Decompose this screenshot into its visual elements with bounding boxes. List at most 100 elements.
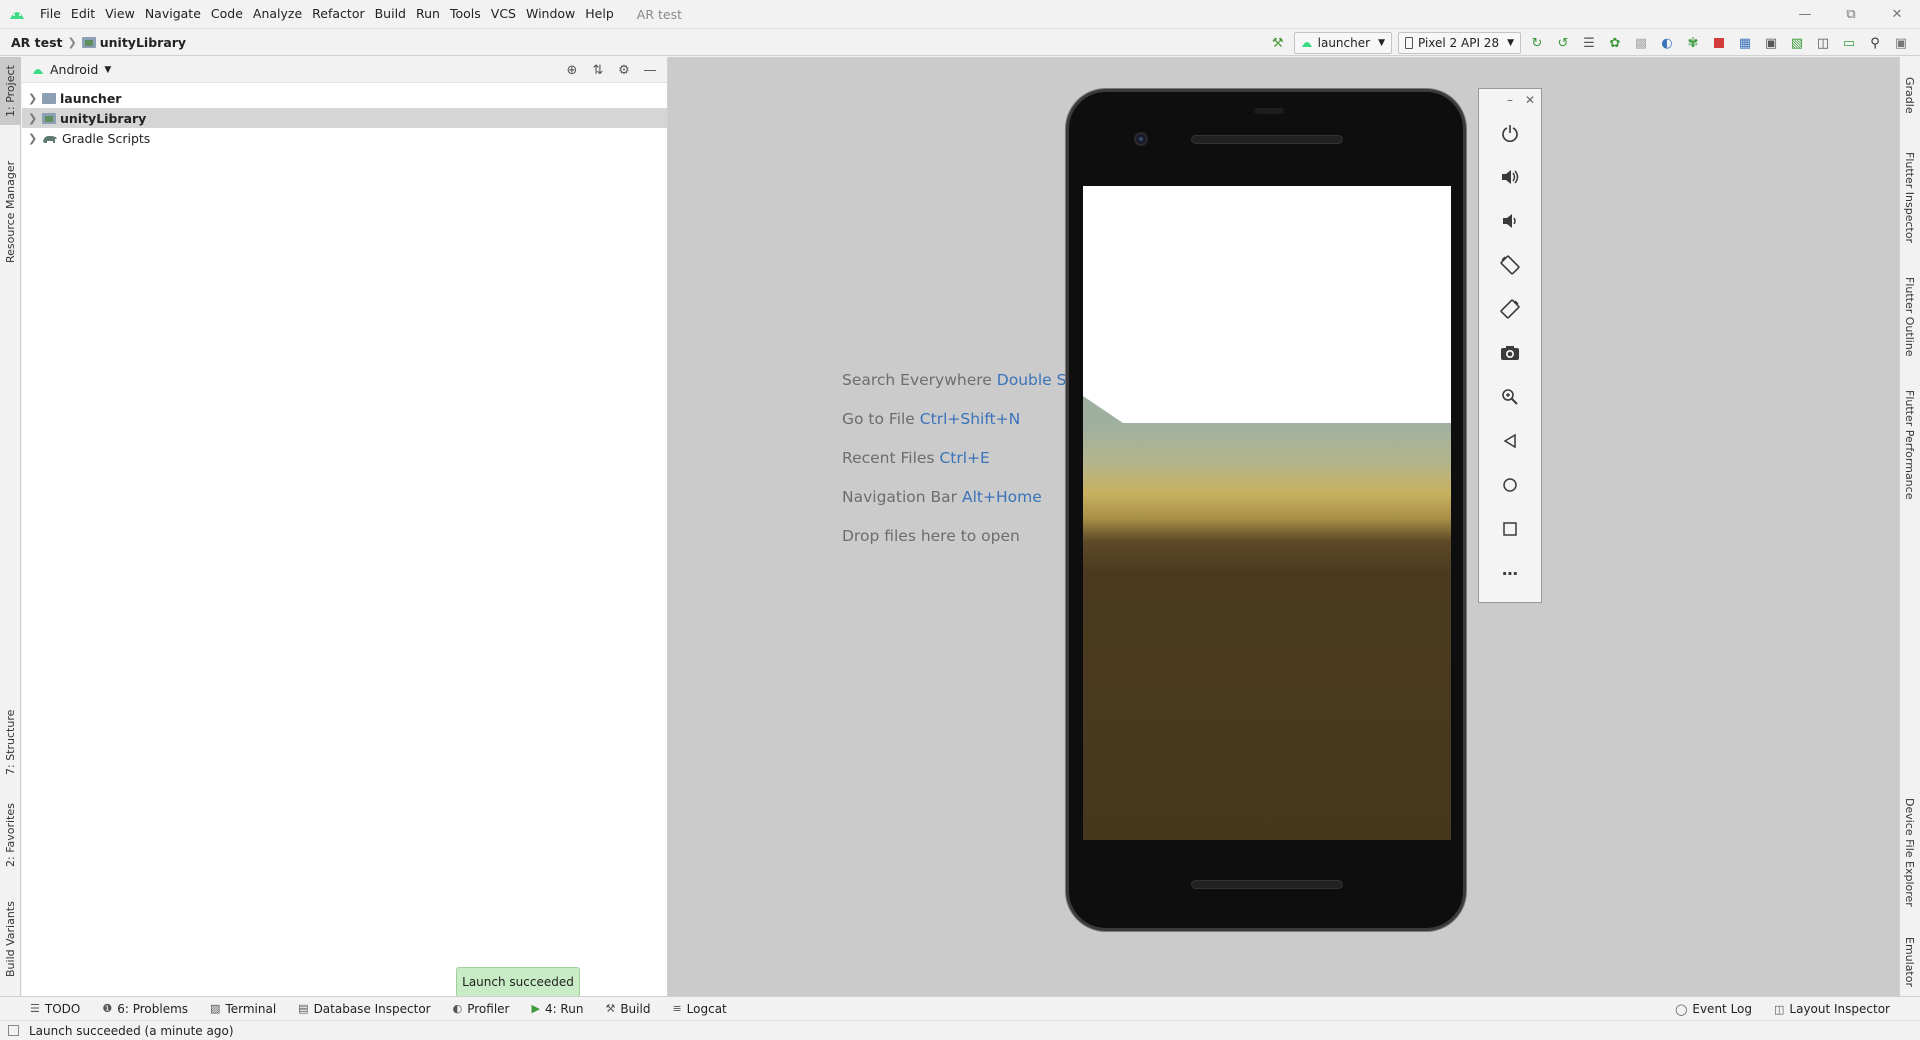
top-speaker [1191,135,1343,144]
tool-profiler[interactable]: ◐ Profiler [453,1002,510,1016]
emulator-screen[interactable] [1083,186,1451,840]
menu-build[interactable]: Build [370,0,411,28]
tab-gradle[interactable]: Gradle [1899,65,1920,125]
project-structure-icon[interactable]: ▦ [1732,30,1758,56]
chevron-right-icon[interactable]: ❯ [28,112,42,125]
tab-emulator[interactable]: Emulator [1899,932,1920,992]
tab-flutter-outline[interactable]: Flutter Outline [1899,267,1920,367]
tree-item-unitylibrary[interactable]: ❯ unityLibrary [22,108,667,128]
run-config-select[interactable]: launcher ▼ [1293,32,1392,54]
profile-icon[interactable]: ◐ [1654,30,1680,56]
menu-edit[interactable]: Edit [66,0,100,28]
collapse-all-icon[interactable]: ⇅ [585,63,611,78]
tab-favorites[interactable]: 2: Favorites [0,795,21,875]
tool-run[interactable]: ▶ 4: Run [531,1002,583,1016]
locate-icon[interactable]: ⊕ [559,63,585,78]
tab-resource-manager[interactable]: Resource Manager [0,147,21,277]
restore-icon[interactable]: ⧉ [1828,0,1874,28]
menu-window[interactable]: Window [521,0,580,28]
menu-view[interactable]: View [100,0,140,28]
attach-debugger-icon[interactable]: ✾ [1680,30,1706,56]
make-project-hammer-icon[interactable]: ⚒ [1265,30,1291,56]
menu-code[interactable]: Code [206,0,248,28]
zoom-icon[interactable] [1479,375,1541,419]
breadcrumb-module-label: unityLibrary [99,34,187,50]
tool-todo[interactable]: ☰ TODO [30,1002,80,1016]
menu-run[interactable]: Run [411,0,445,28]
tool-database-inspector[interactable]: ▤ Database Inspector [298,1002,430,1016]
search-icon[interactable]: ⚲ [1862,30,1888,56]
device-select[interactable]: Pixel 2 API 28 ▼ [1397,32,1521,54]
tree-item-gradle-scripts[interactable]: ❯ Gradle Scripts [22,128,667,148]
sdk-manager-icon[interactable]: ◫ [1810,30,1836,56]
apply-code-changes-icon[interactable]: ↺ [1550,30,1576,56]
tool-logcat[interactable]: ≡ Logcat [672,1002,726,1016]
tool-event-log[interactable]: ◯ Event Log [1675,1002,1752,1016]
stop-icon[interactable] [1706,30,1732,56]
menu-help[interactable]: Help [580,0,619,28]
tool-label: 4: Run [544,1001,584,1016]
minimize-icon[interactable]: — [1782,0,1828,28]
view-mode-select[interactable]: Android [50,62,98,77]
chevron-down-icon[interactable]: ▼ [104,65,111,75]
tool-label: Event Log [1692,1002,1752,1016]
minimize-icon[interactable]: – [1507,93,1513,107]
close-icon[interactable]: ✕ [1525,93,1535,107]
layout-inspector-toolbar-icon[interactable]: ▭ [1836,30,1862,56]
launch-succeeded-balloon[interactable]: Launch succeeded [456,967,580,997]
back-icon[interactable] [1479,419,1541,463]
menu-file[interactable]: File [35,0,66,28]
chevron-down-icon: ▼ [1507,38,1514,48]
tab-structure[interactable]: 7: Structure [0,702,21,782]
gear-icon[interactable]: ⚙ [611,63,637,78]
tree-item-launcher[interactable]: ❯ launcher [22,88,667,108]
menu-vcs[interactable]: VCS [486,0,521,28]
tab-flutter-inspector[interactable]: Flutter Inspector [1899,139,1920,257]
menu-refactor[interactable]: Refactor [307,0,369,28]
hint-text: Go to File [842,410,915,428]
home-icon[interactable] [1479,463,1541,507]
camera-icon[interactable] [1479,331,1541,375]
bottom-speaker [1191,880,1343,889]
volume-up-icon[interactable] [1479,155,1541,199]
tab-build-variants[interactable]: Build Variants [0,889,21,989]
breadcrumb-project[interactable]: AR test [0,35,63,50]
hint-go-to-file: Go to File Ctrl+Shift+N [842,410,1092,449]
hint-recent-files: Recent Files Ctrl+E [842,449,1092,488]
avd-manager-icon[interactable]: ▧ [1784,30,1810,56]
coverage-icon[interactable]: ▩ [1628,30,1654,56]
tool-build[interactable]: ⚒ Build [605,1002,650,1016]
android-studio-logo-icon [10,12,24,19]
debug-icon[interactable]: ✿ [1602,30,1628,56]
tool-layout-inspector[interactable]: ◫ Layout Inspector [1774,1002,1890,1016]
close-icon[interactable]: ✕ [1874,0,1920,28]
tab-device-file-explorer[interactable]: Device File Explorer [1899,782,1920,922]
menu-navigate[interactable]: Navigate [140,0,206,28]
menu-tools[interactable]: Tools [445,0,486,28]
toggle-tool-windows-icon[interactable] [8,1025,19,1036]
more-icon[interactable]: ⋯ [1479,551,1541,595]
menu-analyze[interactable]: Analyze [248,0,307,28]
run-icon: ▶ [531,1002,540,1015]
tab-flutter-performance[interactable]: Flutter Performance [1899,377,1920,512]
apply-changes-restart-icon[interactable]: ↻ [1524,30,1550,56]
breadcrumb-module[interactable]: unityLibrary [81,34,187,50]
tree-item-label: Gradle Scripts [62,130,151,146]
tool-terminal[interactable]: ▨ Terminal [210,1002,276,1016]
tab-project[interactable]: 1: Project [0,57,21,125]
tool-problems[interactable]: ❶ 6: Problems [102,1002,188,1016]
tool-label: Build [620,1001,651,1016]
overview-icon[interactable] [1479,507,1541,551]
rotate-left-icon[interactable] [1479,243,1541,287]
rotate-right-icon[interactable] [1479,287,1541,331]
account-icon[interactable]: ▣ [1888,30,1914,56]
sync-gradle-icon[interactable]: ▣ [1758,30,1784,56]
run-list-icon[interactable]: ☰ [1576,30,1602,56]
hint-shortcut: Alt+Home [961,488,1042,506]
volume-down-icon[interactable] [1479,199,1541,243]
chevron-right-icon[interactable]: ❯ [28,132,42,145]
chevron-right-icon[interactable]: ❯ [28,92,42,105]
hide-panel-icon[interactable]: — [637,63,663,78]
tool-label: TODO [44,1001,81,1016]
power-icon[interactable] [1479,111,1541,155]
